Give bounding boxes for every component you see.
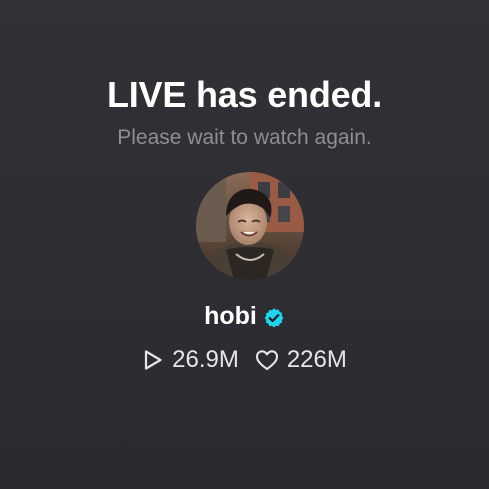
heart-icon bbox=[255, 350, 278, 371]
live-ended-screen: LIVE has ended. Please wait to watch aga… bbox=[0, 0, 489, 489]
views-stat: 26.9M bbox=[142, 346, 239, 374]
profile-name[interactable]: hobi bbox=[204, 302, 257, 331]
profile-name-row[interactable]: hobi bbox=[0, 302, 489, 331]
play-icon bbox=[145, 350, 162, 370]
live-ended-title: LIVE has ended. bbox=[106, 74, 383, 115]
avatar[interactable] bbox=[196, 172, 304, 280]
views-count: 26.9M bbox=[172, 346, 239, 373]
profile-photo bbox=[196, 172, 304, 280]
verified-badge-icon bbox=[263, 307, 285, 329]
likes-stat: 226M bbox=[255, 346, 347, 374]
likes-count: 226M bbox=[286, 346, 347, 373]
live-ended-subtitle: Please wait to watch again. bbox=[117, 126, 372, 149]
live-stats-row: 26.9M 226M bbox=[0, 346, 489, 374]
